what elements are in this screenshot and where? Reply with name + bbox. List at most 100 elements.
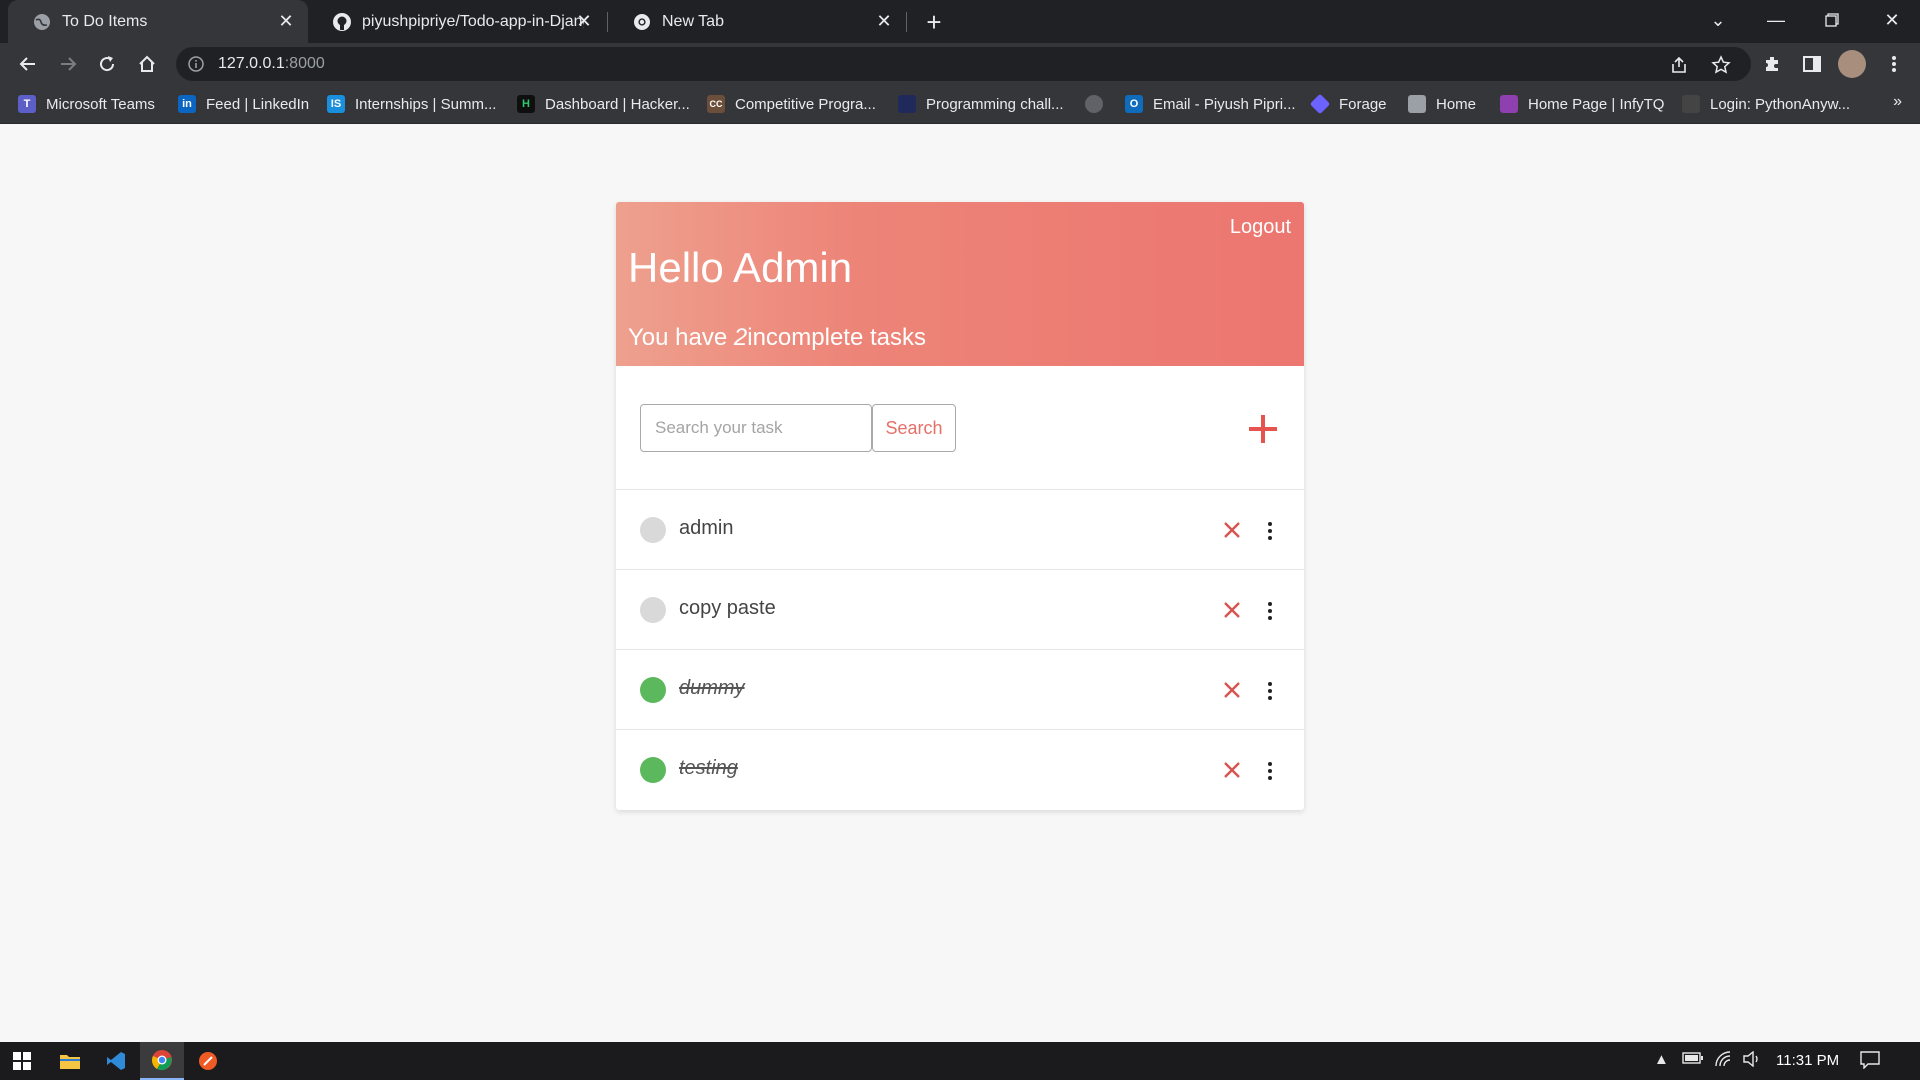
postman-icon[interactable] xyxy=(186,1042,230,1080)
tab-search-chevron-icon[interactable]: ⌄ xyxy=(1690,0,1746,40)
battery-icon[interactable] xyxy=(1682,1051,1704,1069)
task-status-complete[interactable] xyxy=(640,677,666,703)
globe-icon xyxy=(1085,95,1103,113)
task-title[interactable]: admin xyxy=(679,517,733,540)
browser-menu-icon[interactable] xyxy=(1882,52,1906,76)
bookmark-internships[interactable]: IS Internships | Summ... xyxy=(327,94,496,114)
bookmark-programming-challenges[interactable]: Programming chall... xyxy=(898,94,1064,114)
todo-card: Logout Hello Admin You have 2incomplete … xyxy=(616,202,1304,810)
close-tab-icon[interactable]: ✕ xyxy=(574,11,594,31)
bookmark-label: Login: PythonAnyw... xyxy=(1710,95,1851,113)
incomplete-count: 2 xyxy=(733,324,748,351)
codeforces-icon xyxy=(898,95,916,113)
add-task-plus-icon[interactable] xyxy=(1246,412,1280,446)
tab-to-do-items[interactable]: To Do Items ✕ xyxy=(8,0,308,43)
url-text: 127.0.0.1:8000 xyxy=(218,55,325,72)
bookmark-label: Home Page | InfyTQ xyxy=(1528,95,1665,113)
more-options-icon[interactable] xyxy=(1266,600,1274,622)
tab-title: New Tab xyxy=(662,12,724,30)
forward-icon[interactable] xyxy=(52,48,84,80)
bookmark-label: Feed | LinkedIn xyxy=(206,95,310,113)
bookmark-competitive-programming[interactable]: CC Competitive Progra... xyxy=(707,94,876,114)
task-status-incomplete[interactable] xyxy=(640,597,666,623)
show-hidden-icons-chevron-icon[interactable]: ▲ xyxy=(1654,1051,1669,1068)
tab-title: To Do Items xyxy=(62,12,148,30)
new-tab-button[interactable]: + xyxy=(918,7,950,37)
tab-github[interactable]: piyushpipriye/Todo-app-in-Djang ✕ xyxy=(308,0,606,43)
bookmark-microsoft-teams[interactable]: T Microsoft Teams xyxy=(18,94,155,114)
bookmark-label: Internships | Summ... xyxy=(355,95,497,113)
search-input[interactable] xyxy=(640,404,872,452)
search-button[interactable]: Search xyxy=(872,404,956,452)
more-bookmarks-icon[interactable]: » xyxy=(1893,93,1902,111)
window-close-icon[interactable]: ✕ xyxy=(1864,0,1920,40)
bookmark-forage[interactable]: Forage xyxy=(1309,93,1387,115)
file-explorer-icon[interactable] xyxy=(48,1042,92,1080)
windows-taskbar: ▲ 11:31 PM xyxy=(0,1042,1920,1080)
bookmark-label: Email - Piyush Pipri... xyxy=(1153,95,1296,113)
delete-x-icon[interactable] xyxy=(1222,680,1242,700)
task-title[interactable]: copy paste xyxy=(679,597,776,620)
share-icon[interactable] xyxy=(1669,55,1689,75)
tab-new-tab[interactable]: New Tab ✕ xyxy=(608,0,906,43)
side-panel-icon[interactable] xyxy=(1800,52,1824,76)
close-tab-icon[interactable]: ✕ xyxy=(276,11,296,31)
back-icon[interactable] xyxy=(12,48,44,80)
reload-icon[interactable] xyxy=(91,48,123,80)
profile-avatar[interactable] xyxy=(1838,50,1866,78)
task-status-complete[interactable] xyxy=(640,757,666,783)
bookmark-globe[interactable] xyxy=(1085,94,1113,114)
summary-prefix: You have xyxy=(628,324,728,351)
close-tab-icon[interactable]: ✕ xyxy=(874,11,894,31)
task-title[interactable]: dummy xyxy=(679,677,745,700)
delete-x-icon[interactable] xyxy=(1222,760,1242,780)
logout-link[interactable]: Logout xyxy=(1230,216,1291,239)
task-status-incomplete[interactable] xyxy=(640,517,666,543)
bookmark-label: Competitive Progra... xyxy=(735,95,876,113)
task-title[interactable]: testing xyxy=(679,757,738,780)
site-info-icon[interactable] xyxy=(188,56,204,72)
notifications-icon[interactable] xyxy=(1860,1051,1880,1073)
bookmark-hackerrank[interactable]: H Dashboard | Hacker... xyxy=(517,94,690,114)
more-options-icon[interactable] xyxy=(1266,680,1274,702)
delete-x-icon[interactable] xyxy=(1222,520,1242,540)
restore-icon[interactable] xyxy=(1804,0,1860,40)
address-bar[interactable]: 127.0.0.1:8000 xyxy=(176,47,1751,81)
minimize-icon[interactable]: — xyxy=(1748,0,1804,40)
hackerrank-icon: H xyxy=(517,95,535,113)
linkedin-icon: in xyxy=(178,95,196,113)
bookmark-linkedin[interactable]: in Feed | LinkedIn xyxy=(178,94,309,114)
chrome-taskbar-icon[interactable] xyxy=(140,1042,184,1080)
search-row: Search xyxy=(616,366,1304,490)
extensions-icon[interactable] xyxy=(1760,52,1784,76)
page-viewport: Logout Hello Admin You have 2incomplete … xyxy=(0,125,1920,1042)
wifi-icon[interactable] xyxy=(1714,1051,1732,1071)
task-row: admin xyxy=(616,490,1304,570)
bookmark-star-icon[interactable] xyxy=(1711,55,1731,75)
github-icon xyxy=(332,12,352,32)
bookmark-label: Dashboard | Hacker... xyxy=(545,95,690,113)
volume-icon[interactable] xyxy=(1742,1050,1762,1071)
bookmark-email[interactable]: O Email - Piyush Pipri... xyxy=(1125,94,1296,114)
more-options-icon[interactable] xyxy=(1266,520,1274,542)
windows-start-icon[interactable] xyxy=(0,1042,44,1080)
forage-icon xyxy=(1309,93,1331,115)
bookmark-infytq[interactable]: Home Page | InfyTQ xyxy=(1500,94,1664,114)
tab-separator xyxy=(906,12,907,32)
bookmark-pythonanywhere[interactable]: Login: PythonAnyw... xyxy=(1682,94,1850,114)
delete-x-icon[interactable] xyxy=(1222,600,1242,620)
bookmark-home[interactable]: Home xyxy=(1408,94,1476,114)
task-row: dummy xyxy=(616,650,1304,730)
task-row: testing xyxy=(616,730,1304,810)
incomplete-summary: You have 2incomplete tasks xyxy=(628,324,926,352)
internshala-icon: IS xyxy=(327,95,345,113)
more-options-icon[interactable] xyxy=(1266,760,1274,782)
home-icon[interactable] xyxy=(131,48,163,80)
vscode-icon[interactable] xyxy=(94,1042,138,1080)
bookmark-label: Forage xyxy=(1339,95,1387,113)
system-clock[interactable]: 11:31 PM xyxy=(1776,1052,1839,1069)
bookmark-label: Home xyxy=(1436,95,1477,113)
summary-suffix: incomplete tasks xyxy=(747,324,926,351)
tab-title: piyushpipriye/Todo-app-in-Djang xyxy=(362,12,584,30)
browser-tab-strip: To Do Items ✕ piyushpipriye/Todo-app-in-… xyxy=(0,0,1920,43)
